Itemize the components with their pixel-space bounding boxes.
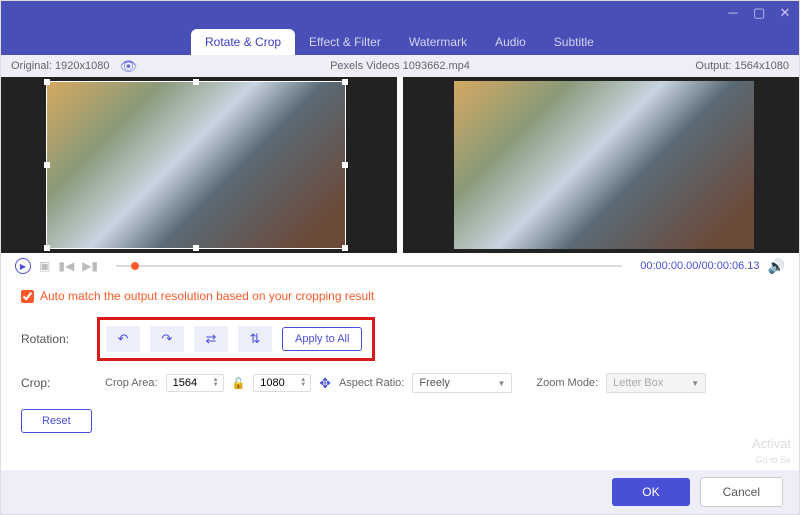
rotate-right-button[interactable]: ↷ bbox=[150, 326, 184, 352]
source-preview[interactable] bbox=[1, 77, 391, 253]
close-button[interactable]: ✕ bbox=[779, 7, 791, 19]
crop-width-input[interactable] bbox=[173, 377, 211, 389]
cancel-button[interactable]: Cancel bbox=[700, 477, 783, 507]
source-image bbox=[47, 82, 345, 248]
tab-effect-filter[interactable]: Effect & Filter bbox=[295, 29, 395, 55]
playbar: ▶ ▣ ▮◀ ▶▮ 00:00:00.00/00:00:06.13 🔊 bbox=[1, 253, 799, 279]
output-label: Output: 1564x1080 bbox=[695, 60, 789, 72]
aspect-ratio-select[interactable]: Freely▼ bbox=[412, 373, 512, 393]
crop-height-spinner[interactable]: ▲▼ bbox=[298, 378, 308, 388]
crop-area-label: Crop Area: bbox=[105, 377, 158, 389]
automatch-label: Auto match the output resolution based o… bbox=[40, 289, 374, 303]
zoom-mode-select[interactable]: Letter Box▼ bbox=[606, 373, 706, 393]
stop-button[interactable]: ▣ bbox=[39, 259, 50, 273]
ok-button[interactable]: OK bbox=[612, 478, 689, 506]
position-icon[interactable]: ✥ bbox=[319, 375, 331, 392]
next-frame-button[interactable]: ▶▮ bbox=[82, 259, 98, 273]
crop-height-field[interactable]: ▲▼ bbox=[253, 374, 311, 392]
crop-overlay[interactable] bbox=[46, 81, 346, 249]
crop-width-spinner[interactable]: ▲▼ bbox=[211, 378, 221, 388]
rotation-label: Rotation: bbox=[21, 332, 97, 346]
crop-handle-e[interactable] bbox=[342, 162, 348, 168]
rotate-left-button[interactable]: ↶ bbox=[106, 326, 140, 352]
seek-bar[interactable] bbox=[116, 265, 622, 267]
tab-audio[interactable]: Audio bbox=[481, 29, 540, 55]
crop-handle-sw[interactable] bbox=[44, 245, 50, 251]
crop-handle-w[interactable] bbox=[44, 162, 50, 168]
original-label: Original: 1920x1080 bbox=[11, 60, 109, 72]
footer: OK Cancel bbox=[1, 470, 799, 514]
minimize-button[interactable]: ─ bbox=[727, 7, 739, 19]
flip-horizontal-button[interactable]: ⇄ bbox=[194, 326, 228, 352]
titlebar: ─ ▢ ✕ bbox=[1, 1, 799, 25]
seek-handle[interactable] bbox=[131, 262, 139, 270]
output-image bbox=[454, 81, 754, 249]
volume-icon[interactable]: 🔊 bbox=[768, 258, 785, 275]
automatch-checkbox[interactable] bbox=[21, 290, 34, 303]
prev-frame-button[interactable]: ▮◀ bbox=[58, 259, 74, 273]
preview-row bbox=[1, 77, 799, 253]
aspect-ratio-label: Aspect Ratio: bbox=[339, 377, 404, 389]
crop-handle-n[interactable] bbox=[193, 79, 199, 85]
crop-handle-s[interactable] bbox=[193, 245, 199, 251]
info-strip: Original: 1920x1080 👁 Pexels Videos 1093… bbox=[1, 55, 799, 77]
lock-aspect-icon[interactable]: 🔓 bbox=[232, 377, 246, 390]
play-button[interactable]: ▶ bbox=[15, 258, 31, 274]
zoom-mode-label: Zoom Mode: bbox=[536, 377, 598, 389]
crop-handle-se[interactable] bbox=[342, 245, 348, 251]
crop-handle-nw[interactable] bbox=[44, 79, 50, 85]
reset-button[interactable]: Reset bbox=[21, 409, 92, 433]
tab-subtitle[interactable]: Subtitle bbox=[540, 29, 608, 55]
maximize-button[interactable]: ▢ bbox=[753, 7, 765, 19]
activation-watermark: ActivatGo to Se bbox=[752, 436, 791, 466]
crop-height-input[interactable] bbox=[260, 377, 298, 389]
rotation-highlight: ↶ ↷ ⇄ ⇅ Apply to All bbox=[97, 317, 375, 361]
tabstrip: Rotate & Crop Effect & Filter Watermark … bbox=[1, 25, 799, 55]
tab-watermark[interactable]: Watermark bbox=[395, 29, 481, 55]
crop-label: Crop: bbox=[21, 376, 97, 390]
output-preview bbox=[409, 77, 799, 253]
crop-width-field[interactable]: ▲▼ bbox=[166, 374, 224, 392]
flip-vertical-button[interactable]: ⇅ bbox=[238, 326, 272, 352]
apply-to-all-button[interactable]: Apply to All bbox=[282, 327, 362, 351]
tab-rotate-crop[interactable]: Rotate & Crop bbox=[191, 29, 295, 55]
timecode: 00:00:00.00/00:00:06.13 bbox=[640, 260, 759, 272]
eye-icon[interactable]: 👁 bbox=[119, 58, 137, 75]
automatch-checkbox-row[interactable]: Auto match the output resolution based o… bbox=[21, 289, 779, 303]
crop-handle-ne[interactable] bbox=[342, 79, 348, 85]
filename-label: Pexels Videos 1093662.mp4 bbox=[330, 60, 470, 72]
